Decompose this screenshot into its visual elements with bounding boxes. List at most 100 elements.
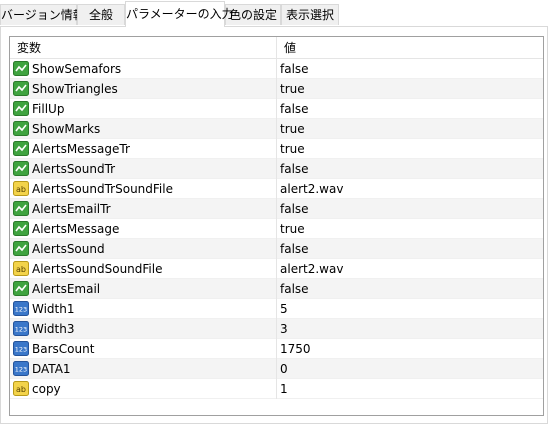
string-param-icon: ab xyxy=(13,381,29,396)
table-row[interactable]: AlertsMessageTr true xyxy=(10,139,543,159)
value-cell[interactable]: 1 xyxy=(277,379,543,399)
bool-param-icon xyxy=(13,141,29,156)
int-param-icon: 123 xyxy=(13,321,29,336)
variable-name: AlertsSoundTrSoundFile xyxy=(32,182,173,196)
table-row[interactable]: ShowSemafors false xyxy=(10,59,543,79)
bool-param-icon xyxy=(13,61,29,76)
variable-name: ShowSemafors xyxy=(32,62,122,76)
value-cell[interactable]: alert2.wav xyxy=(277,179,543,199)
column-header-value[interactable]: 値 xyxy=(277,37,543,58)
value-cell[interactable]: 1750 xyxy=(277,339,543,359)
value-cell[interactable]: false xyxy=(277,59,543,79)
tab-version-info[interactable]: バージョン情報 xyxy=(0,4,85,25)
value-cell[interactable]: 0 xyxy=(277,359,543,379)
table-row[interactable]: 123 BarsCount 1750 xyxy=(10,339,543,359)
svg-text:123: 123 xyxy=(15,366,27,374)
table-row[interactable]: AlertsSound false xyxy=(10,239,543,259)
variable-name: DATA1 xyxy=(32,362,71,376)
table-row[interactable]: ShowTriangles true xyxy=(10,79,543,99)
variable-name: AlertsMessage xyxy=(32,222,120,236)
bool-param-icon xyxy=(13,221,29,236)
value-cell[interactable]: false xyxy=(277,159,543,179)
svg-text:123: 123 xyxy=(15,346,27,354)
table-row[interactable]: FillUp false xyxy=(10,99,543,119)
variable-cell[interactable]: ShowTriangles xyxy=(10,79,277,99)
svg-text:ab: ab xyxy=(16,185,26,194)
bool-param-icon xyxy=(13,281,29,296)
variable-name: AlertsSoundTr xyxy=(32,162,116,176)
variable-name: AlertsEmailTr xyxy=(32,202,111,216)
table-row[interactable]: ab AlertsSoundSoundFile alert2.wav xyxy=(10,259,543,279)
variable-cell[interactable]: ShowSemafors xyxy=(10,59,277,79)
input-parameters-dialog: バージョン情報 全般 パラメーターの入力 色の設定 表示選択 変数 値 Show… xyxy=(0,0,548,424)
bool-param-icon xyxy=(13,241,29,256)
variable-cell[interactable]: ab AlertsSoundSoundFile xyxy=(10,259,277,279)
string-param-icon: ab xyxy=(13,181,29,196)
tab-general[interactable]: 全般 xyxy=(77,4,125,25)
variable-name: AlertsMessageTr xyxy=(32,142,130,156)
tab-input-parameters[interactable]: パラメーターの入力 xyxy=(125,1,234,27)
value-cell[interactable]: 5 xyxy=(277,299,543,319)
table-row[interactable]: ab copy 1 xyxy=(10,379,543,399)
value-cell[interactable]: true xyxy=(277,139,543,159)
value-cell[interactable]: true xyxy=(277,119,543,139)
variable-cell[interactable]: 123 Width1 xyxy=(10,299,277,319)
variable-name: BarsCount xyxy=(32,342,95,356)
svg-text:123: 123 xyxy=(15,306,27,314)
value-cell[interactable]: false xyxy=(277,99,543,119)
table-header: 変数 値 xyxy=(10,37,543,59)
value-cell[interactable]: false xyxy=(277,199,543,219)
value-cell[interactable]: true xyxy=(277,79,543,99)
bool-param-icon xyxy=(13,81,29,96)
table-row[interactable]: 123 DATA1 0 xyxy=(10,359,543,379)
variable-cell[interactable]: AlertsSoundTr xyxy=(10,159,277,179)
tab-strip: バージョン情報 全般 パラメーターの入力 色の設定 表示選択 xyxy=(0,0,548,27)
variable-cell[interactable]: 123 BarsCount xyxy=(10,339,277,359)
table-body: ShowSemafors false ShowTriangles true FillUp… xyxy=(10,59,543,399)
value-cell[interactable]: false xyxy=(277,279,543,299)
table-row[interactable]: ab AlertsSoundTrSoundFile alert2.wav xyxy=(10,179,543,199)
variable-name: AlertsSound xyxy=(32,242,105,256)
value-cell[interactable]: 3 xyxy=(277,319,543,339)
variable-name: ShowTriangles xyxy=(32,82,118,96)
bool-param-icon xyxy=(13,121,29,136)
variable-name: ShowMarks xyxy=(32,122,101,136)
tab-panel: 変数 値 ShowSemafors false ShowTriangles true F… xyxy=(0,27,548,424)
table-row[interactable]: 123 Width3 3 xyxy=(10,319,543,339)
variable-cell[interactable]: AlertsMessage xyxy=(10,219,277,239)
string-param-icon: ab xyxy=(13,261,29,276)
parameter-table: 変数 値 ShowSemafors false ShowTriangles true F… xyxy=(9,36,544,416)
table-row[interactable]: AlertsMessage true xyxy=(10,219,543,239)
int-param-icon: 123 xyxy=(13,301,29,316)
svg-text:123: 123 xyxy=(15,326,27,334)
variable-cell[interactable]: 123 DATA1 xyxy=(10,359,277,379)
svg-text:ab: ab xyxy=(16,385,26,394)
variable-name: FillUp xyxy=(32,102,65,116)
variable-name: AlertsEmail xyxy=(32,282,101,296)
variable-name: copy xyxy=(32,382,61,396)
variable-cell[interactable]: ab AlertsSoundTrSoundFile xyxy=(10,179,277,199)
table-row[interactable]: AlertsEmail false xyxy=(10,279,543,299)
int-param-icon: 123 xyxy=(13,341,29,356)
table-row[interactable]: ShowMarks true xyxy=(10,119,543,139)
variable-cell[interactable]: ab copy xyxy=(10,379,277,399)
bool-param-icon xyxy=(13,161,29,176)
variable-name: Width1 xyxy=(32,302,75,316)
tab-visualization[interactable]: 表示選択 xyxy=(281,4,339,25)
variable-cell[interactable]: AlertsEmail xyxy=(10,279,277,299)
table-row[interactable]: AlertsSoundTr false xyxy=(10,159,543,179)
variable-cell[interactable]: AlertsSound xyxy=(10,239,277,259)
value-cell[interactable]: true xyxy=(277,219,543,239)
variable-cell[interactable]: ShowMarks xyxy=(10,119,277,139)
value-cell[interactable]: alert2.wav xyxy=(277,259,543,279)
variable-cell[interactable]: AlertsMessageTr xyxy=(10,139,277,159)
variable-cell[interactable]: 123 Width3 xyxy=(10,319,277,339)
table-row[interactable]: 123 Width1 5 xyxy=(10,299,543,319)
svg-text:ab: ab xyxy=(16,265,26,274)
column-header-variable[interactable]: 変数 xyxy=(10,37,277,58)
value-cell[interactable]: false xyxy=(277,239,543,259)
variable-cell[interactable]: AlertsEmailTr xyxy=(10,199,277,219)
variable-cell[interactable]: FillUp xyxy=(10,99,277,119)
variable-name: Width3 xyxy=(32,322,75,336)
table-row[interactable]: AlertsEmailTr false xyxy=(10,199,543,219)
